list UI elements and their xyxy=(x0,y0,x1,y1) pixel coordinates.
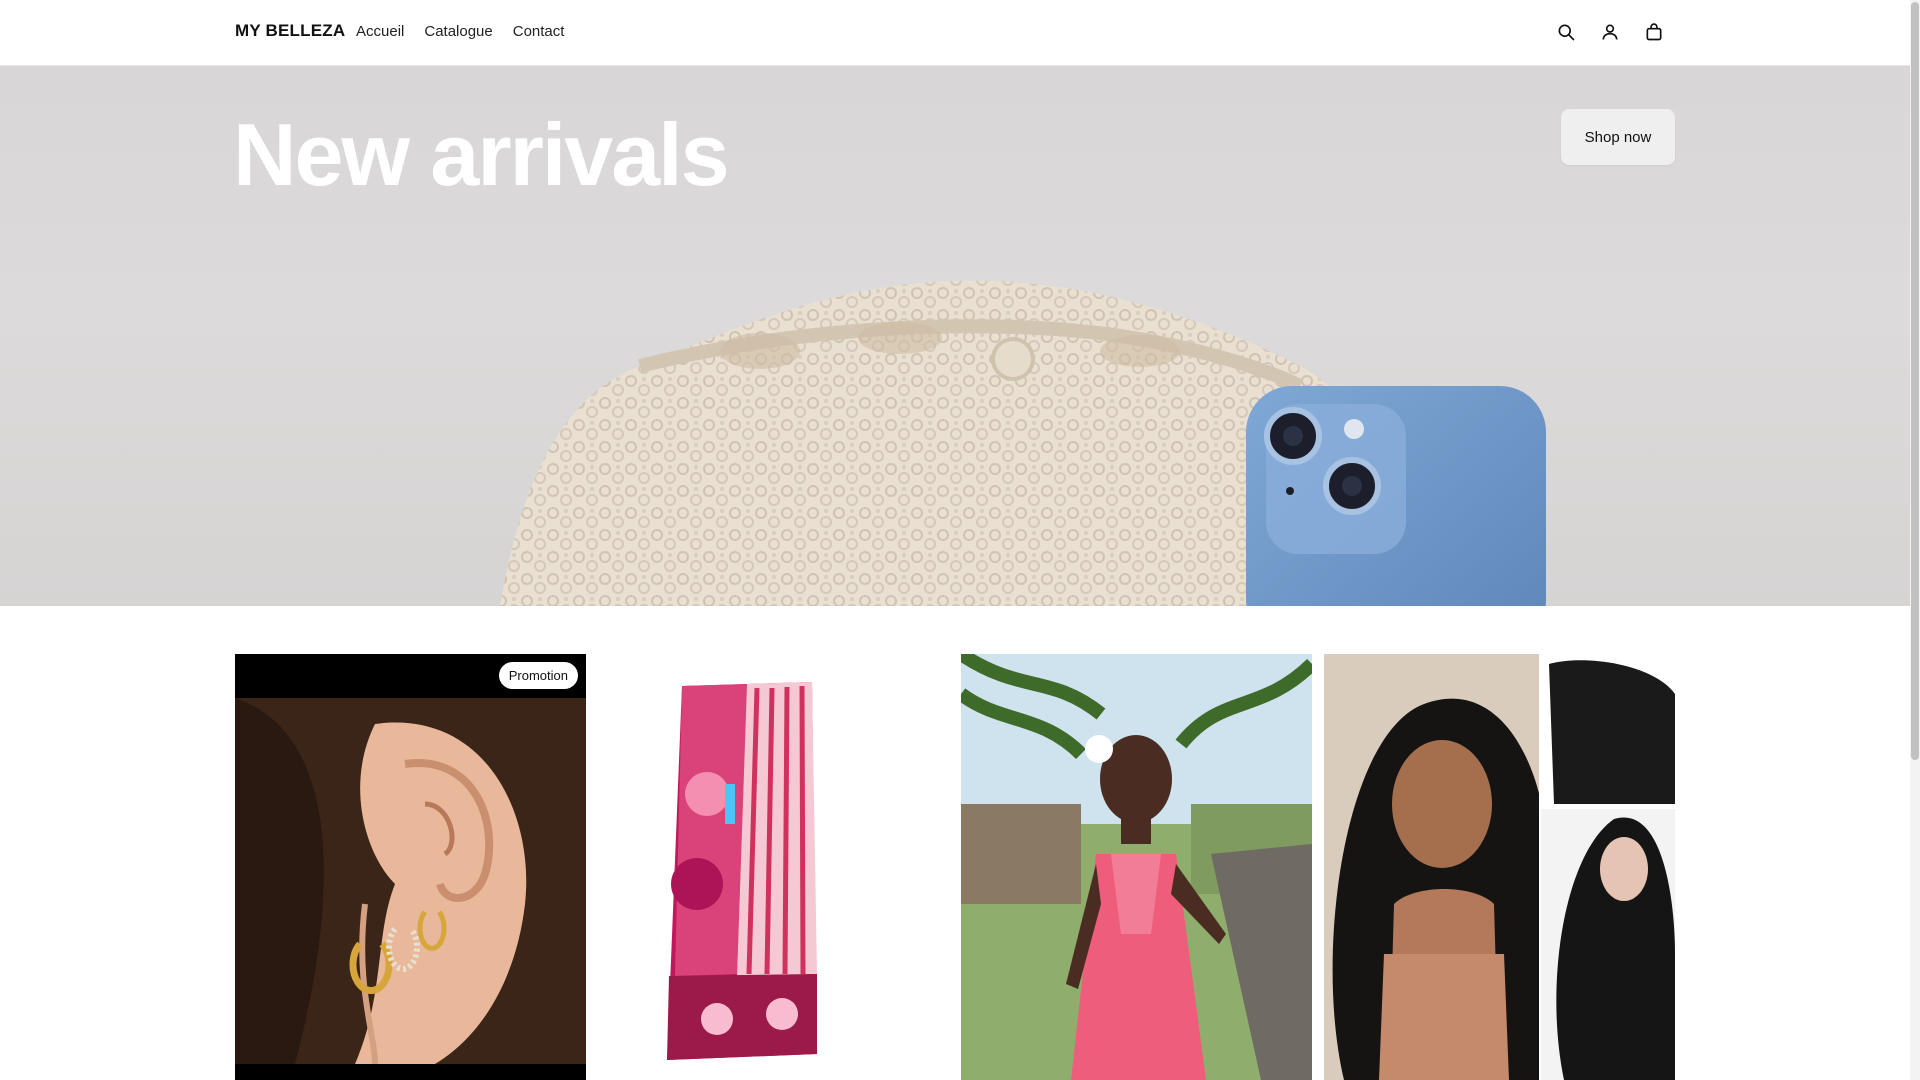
site-logo[interactable]: MY BELLEZA xyxy=(235,21,345,41)
shop-now-button[interactable]: Shop now xyxy=(1561,109,1675,165)
page: MY BELLEZA Accueil Catalogue Contact New… xyxy=(0,0,1910,1080)
product-card[interactable] xyxy=(597,654,948,1080)
product-image-earrings xyxy=(235,654,586,1080)
product-card[interactable] xyxy=(961,654,1312,1080)
nav-link-accueil[interactable]: Accueil xyxy=(356,23,404,40)
header-icons xyxy=(1554,20,1666,44)
product-card[interactable]: Promotion xyxy=(235,654,586,1080)
scrollbar-thumb[interactable] xyxy=(1911,2,1919,760)
product-image-dress xyxy=(961,654,1312,1080)
search-icon[interactable] xyxy=(1554,20,1578,44)
site-header: MY BELLEZA Accueil Catalogue Contact xyxy=(0,0,1910,66)
hero-title: New arrivals xyxy=(233,105,730,204)
main-nav: Accueil Catalogue Contact xyxy=(356,23,564,40)
nav-link-catalogue[interactable]: Catalogue xyxy=(424,23,492,40)
hero-banner: New arrivals Shop now xyxy=(0,66,1910,606)
product-image-skirt xyxy=(597,654,948,1080)
product-image-wig xyxy=(1324,654,1675,1080)
nav-link-contact[interactable]: Contact xyxy=(513,23,565,40)
cart-icon[interactable] xyxy=(1642,20,1666,44)
account-icon[interactable] xyxy=(1598,20,1622,44)
product-card[interactable] xyxy=(1324,654,1675,1080)
product-grid: Promotion xyxy=(235,654,1675,1080)
promotion-badge: Promotion xyxy=(498,662,578,689)
